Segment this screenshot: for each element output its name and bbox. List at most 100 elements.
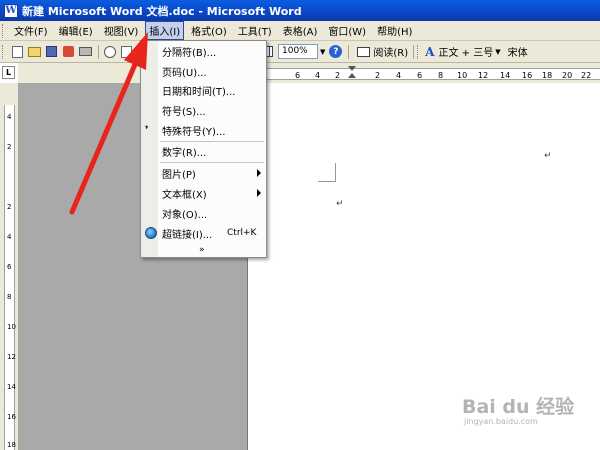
vertical-ruler-label: 14 (7, 383, 16, 391)
ruler-label: 16 (522, 71, 533, 80)
ruler-label: 10 (457, 71, 468, 80)
save-button[interactable] (44, 44, 59, 59)
ruler-label: 22 (581, 71, 592, 80)
help-button[interactable]: ? (328, 44, 343, 59)
vertical-ruler-label: 8 (7, 293, 12, 301)
menu-help[interactable]: 帮助(H) (373, 21, 416, 40)
submenu-arrow-icon (257, 189, 261, 197)
print-button[interactable] (78, 44, 93, 59)
insert-menu-dropdown: 分隔符(B)... 页码(U)... 日期和时间(T)... 符号(S)... … (140, 40, 267, 258)
menu-item-label: 数字(R)... (162, 147, 207, 159)
menubar-grip[interactable] (2, 23, 5, 38)
ruler-label: 2 (335, 71, 341, 80)
menu-item-label: 对象(O)... (162, 209, 208, 221)
toolbar-grip[interactable] (2, 44, 5, 59)
word-app-icon: W (4, 3, 18, 18)
menu-format[interactable]: 格式(O) (187, 21, 231, 40)
menu-item-label: 超链接(I)... (162, 229, 213, 241)
vertical-ruler-label: 10 (7, 323, 16, 331)
menu-expand-button[interactable]: » (141, 241, 266, 259)
menu-tools[interactable]: 工具(T) (234, 21, 276, 40)
vertical-ruler-label: 2 (7, 203, 12, 211)
special-symbol-bullet-icon: ❜ (145, 124, 149, 136)
ruler-label: 2 (375, 71, 381, 80)
menu-window[interactable]: 窗口(W) (324, 21, 370, 40)
help-question-icon: ? (329, 45, 343, 58)
ruler-label: 18 (542, 71, 553, 80)
menu-item-picture[interactable]: 图片(P) (141, 164, 266, 182)
menu-item-shortcut: Ctrl+K (227, 228, 257, 238)
folder-open-icon (28, 46, 41, 57)
baidu-jingyan-watermark: Bai du 经验 jingyan.baidu.com (462, 392, 582, 436)
menu-item-hyperlink[interactable]: 超链接(I)... Ctrl+K (141, 224, 266, 242)
menu-item-label: 日期和时间(T)... (162, 86, 236, 98)
menu-item-break[interactable]: 分隔符(B)... (141, 42, 266, 60)
window-title: 新建 Microsoft Word 文档.doc - Microsoft Wor… (22, 4, 302, 18)
print-preview-icon (103, 45, 116, 58)
ruler-label: 6 (417, 71, 423, 80)
menu-item-date-time[interactable]: 日期和时间(T)... (141, 81, 266, 99)
reading-book-icon (357, 46, 371, 57)
hyperlink-globe-icon (145, 227, 157, 239)
ruler-label: 12 (478, 71, 489, 80)
expand-chevron-icon: » (199, 245, 205, 255)
menu-edit[interactable]: 编辑(E) (55, 21, 97, 40)
menu-file[interactable]: 文件(F) (10, 21, 52, 40)
permission-button[interactable] (61, 44, 76, 59)
new-document-button[interactable] (10, 44, 25, 59)
menu-item-text-box[interactable]: 文本框(X) (141, 184, 266, 202)
vertical-ruler-strip: 4 2 2 4 6 8 10 12 14 16 18 (4, 105, 16, 450)
menu-table[interactable]: 表格(A) (279, 21, 322, 40)
menu-insert[interactable]: 插入(I) (145, 21, 185, 40)
indent-marker[interactable] (348, 66, 357, 81)
menu-separator (160, 162, 264, 163)
menu-item-object[interactable]: 对象(O)... (141, 204, 266, 222)
menu-item-special-symbol[interactable]: ❜ 特殊符号(Y)... (141, 121, 266, 139)
style-dropdown-arrow-icon[interactable]: ▼ (495, 48, 500, 56)
vertical-ruler-label: 2 (7, 143, 12, 151)
styles-pane-icon[interactable]: A (425, 45, 434, 59)
text-boundary-corner (318, 163, 336, 182)
formatting-toolbar-grip[interactable] (417, 44, 420, 59)
ruler-label: 6 (295, 71, 301, 80)
tab-selector[interactable]: L (2, 66, 15, 79)
title-bar: W 新建 Microsoft Word 文档.doc - Microsoft W… (0, 0, 600, 21)
save-disk-icon (46, 46, 57, 57)
vertical-ruler[interactable]: 4 2 2 4 6 8 10 12 14 16 18 (0, 83, 18, 450)
horizontal-ruler[interactable]: 6 4 2 2 4 6 8 10 12 14 16 18 20 22 (18, 63, 600, 83)
toolbar-separator (413, 44, 415, 59)
spelling-icon (121, 45, 132, 58)
menu-bar: 文件(F) 编辑(E) 视图(V) 插入(I) 格式(O) 工具(T) 表格(A… (0, 21, 600, 41)
style-select[interactable]: 正文 + 三号 (438, 44, 493, 59)
open-button[interactable] (27, 44, 42, 59)
toolbar-separator (348, 44, 350, 59)
spelling-button[interactable] (119, 44, 134, 59)
standard-toolbar: 100% ▼ ? 阅读(R) A 正文 + 三号 ▼ 宋体 (0, 41, 600, 63)
watermark-logo: Bai du 经验 (462, 396, 575, 418)
zoom-select[interactable]: 100% (278, 44, 318, 59)
menu-item-label: 符号(S)... (162, 106, 206, 118)
menu-item-label: 分隔符(B)... (162, 47, 217, 59)
ruler-label: 14 (500, 71, 511, 80)
read-mode-button[interactable]: 阅读(R) (352, 44, 410, 59)
zoom-dropdown-arrow-icon[interactable]: ▼ (320, 48, 325, 56)
paragraph-mark: ↵ (336, 199, 344, 209)
hanging-indent-marker[interactable] (348, 73, 356, 78)
vertical-ruler-label: 4 (7, 233, 12, 241)
menu-item-number[interactable]: 数字(R)... (141, 142, 266, 160)
menu-item-label: 页码(U)... (162, 67, 207, 79)
vertical-ruler-label: 4 (7, 113, 12, 121)
paragraph-mark: ↵ (544, 151, 552, 161)
menu-view[interactable]: 视图(V) (100, 21, 143, 40)
permission-icon (63, 46, 74, 57)
menu-item-symbol[interactable]: 符号(S)... (141, 101, 266, 119)
ruler-label: 4 (315, 71, 321, 80)
font-select[interactable]: 宋体 (508, 44, 528, 59)
menu-item-page-numbers[interactable]: 页码(U)... (141, 62, 266, 80)
print-preview-button[interactable] (102, 44, 117, 59)
read-mode-label: 阅读(R) (373, 48, 409, 59)
vertical-ruler-label: 18 (7, 441, 16, 449)
first-line-indent-marker[interactable] (348, 66, 356, 71)
menu-item-label: 图片(P) (162, 169, 196, 181)
ruler-label: 8 (438, 71, 444, 80)
